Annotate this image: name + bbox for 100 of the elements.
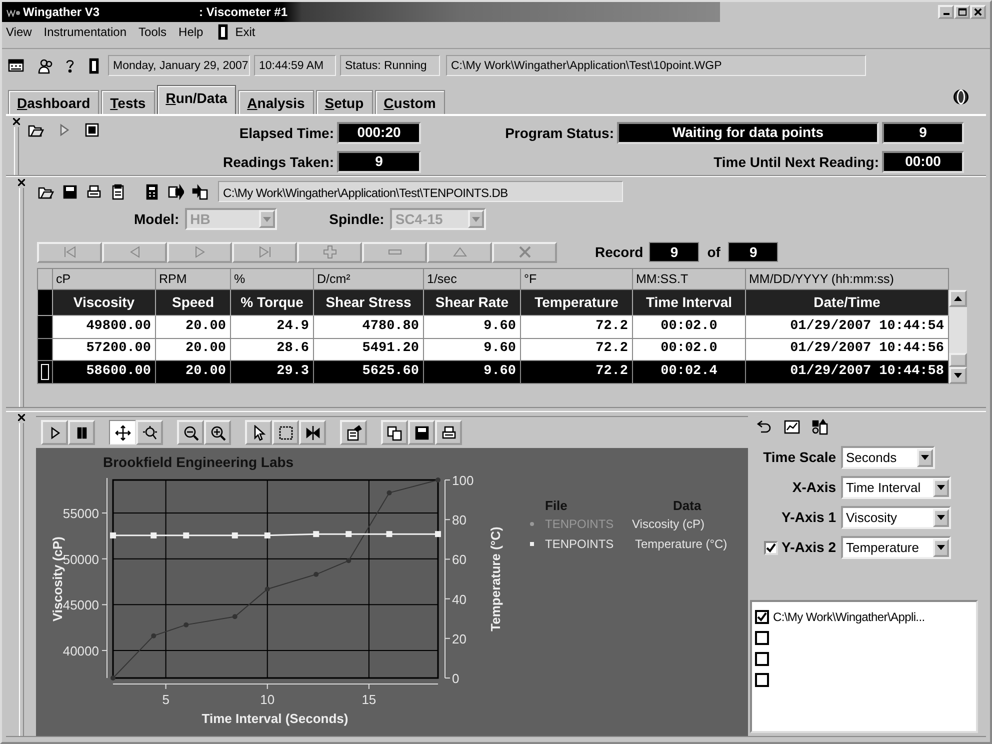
row-indicator[interactable] (38, 315, 52, 338)
caret-icon (921, 455, 929, 460)
data-point (184, 622, 189, 628)
tab[interactable]: Setup (316, 90, 373, 114)
calculator-icon (144, 184, 160, 200)
tab[interactable]: Tests (101, 90, 155, 114)
dropdown[interactable]: Time Interval (841, 476, 951, 499)
checkbox[interactable] (755, 630, 769, 644)
unit-label: % (230, 268, 314, 290)
save-icon (62, 184, 78, 200)
minimize-button[interactable] (938, 5, 954, 19)
field-label: Program Status: (504, 124, 614, 143)
tick-label: 50000 (62, 552, 99, 567)
pause-button[interactable] (68, 420, 95, 445)
transfer-button[interactable] (810, 417, 830, 437)
column-header[interactable]: % Torque (230, 290, 314, 316)
row-indicator[interactable] (38, 338, 52, 361)
import-button[interactable] (190, 182, 210, 202)
file-name[interactable]: C:\My Work\Wingather\Appli... (773, 608, 925, 626)
app-icon (6, 7, 20, 17)
status-field: 10:44:59 AM (254, 55, 336, 76)
axis-title: Viscosity (cP) (50, 536, 65, 622)
column-header[interactable]: Viscosity (52, 290, 156, 316)
tab[interactable]: Custom (374, 90, 445, 114)
close-icon[interactable] (12, 118, 20, 125)
dropdown[interactable]: Seconds (841, 446, 935, 469)
field-label: Readings Taken: (222, 152, 334, 172)
legend-file: TENPOINTS (545, 517, 614, 531)
data-point (313, 531, 320, 538)
caret-icon (937, 545, 945, 550)
exit-menu-item[interactable]: Exit (215, 23, 256, 41)
zoom-out-button[interactable] (177, 420, 204, 445)
field-label: Time Until Next Reading: (712, 152, 879, 172)
export-icon (168, 184, 184, 200)
unit-label: MM:SS.T (632, 268, 746, 290)
arrow-down-icon[interactable] (954, 373, 962, 378)
play-button[interactable] (41, 420, 68, 445)
printer-button[interactable] (435, 420, 462, 445)
menu-item[interactable]: Tools (138, 23, 167, 41)
checkbox[interactable] (755, 672, 769, 686)
tab[interactable]: Run/Data (156, 85, 236, 114)
move-button[interactable] (109, 420, 136, 445)
checkbox[interactable] (755, 610, 769, 624)
data-point (110, 676, 116, 680)
properties-button[interactable] (340, 420, 367, 445)
column-header[interactable]: Date/Time (746, 290, 948, 316)
caret-icon (472, 216, 480, 222)
table-cell: 00:02.4 (632, 360, 746, 384)
scrollbar[interactable] (949, 290, 967, 384)
field-label: Time Scale (763, 448, 836, 467)
data-point (346, 558, 352, 564)
zoom-icon (142, 424, 158, 440)
close-icon[interactable] (18, 179, 24, 186)
clipboard-icon (110, 184, 126, 200)
selection-button[interactable] (272, 420, 299, 445)
status-field: C:\My Work\Wingather\Application\Test\10point.WGP (446, 55, 866, 76)
table-cell: 29.3 (230, 360, 314, 384)
dropdown[interactable]: Viscosity (841, 506, 951, 529)
scroll-thumb[interactable] (949, 353, 967, 367)
table-cell: 24.9 (230, 315, 314, 338)
unit-label: °F (520, 268, 632, 290)
globe-icon (952, 88, 970, 106)
column-header[interactable]: Shear Rate (424, 290, 520, 316)
maximize-icon (958, 8, 966, 16)
menu-item[interactable]: View (6, 23, 32, 41)
move-icon (114, 424, 130, 440)
properties-icon (346, 424, 362, 440)
column-header[interactable]: Shear Stress (314, 290, 424, 316)
row-indicator[interactable] (38, 360, 52, 384)
menu-item[interactable]: Help (178, 23, 204, 41)
app-title: Wingather V3 (23, 4, 101, 21)
zoom-button[interactable] (136, 420, 163, 445)
printer-icon (440, 424, 456, 440)
elapsed-time-display: 000:20 (337, 122, 421, 144)
arrow-up-icon[interactable] (954, 296, 962, 301)
dropdown[interactable]: Temperature (841, 536, 951, 559)
table-cell: 01/29/2007 10:44:56 (746, 338, 948, 361)
field-label: Elapsed Time: (238, 124, 334, 143)
tab[interactable]: Analysis (238, 90, 314, 114)
close-icon[interactable] (18, 414, 24, 421)
skip-end-icon (256, 244, 272, 260)
column-header[interactable]: Time Interval (632, 290, 746, 316)
column-header[interactable]: Speed (156, 290, 230, 316)
table-cell: 01/29/2007 10:44:54 (746, 315, 948, 338)
zoom-in-button[interactable] (204, 420, 231, 445)
copy-button[interactable] (381, 420, 408, 445)
close-button[interactable] (970, 5, 986, 19)
chart-icon (784, 419, 800, 435)
column-header[interactable]: Temperature (520, 290, 632, 316)
export-button[interactable] (166, 182, 186, 202)
tab[interactable]: Dashboard (8, 90, 100, 114)
maximize-button[interactable] (954, 5, 970, 19)
legend-header: Data (673, 498, 702, 513)
readings-display: 9 (337, 151, 421, 173)
checkbox[interactable] (755, 652, 769, 666)
pointer-button[interactable] (245, 420, 272, 445)
zoom-out-icon (182, 424, 198, 440)
save-button[interactable] (408, 420, 435, 445)
menu-item[interactable]: Instrumentation (44, 23, 127, 41)
mirror-button[interactable] (299, 420, 326, 445)
